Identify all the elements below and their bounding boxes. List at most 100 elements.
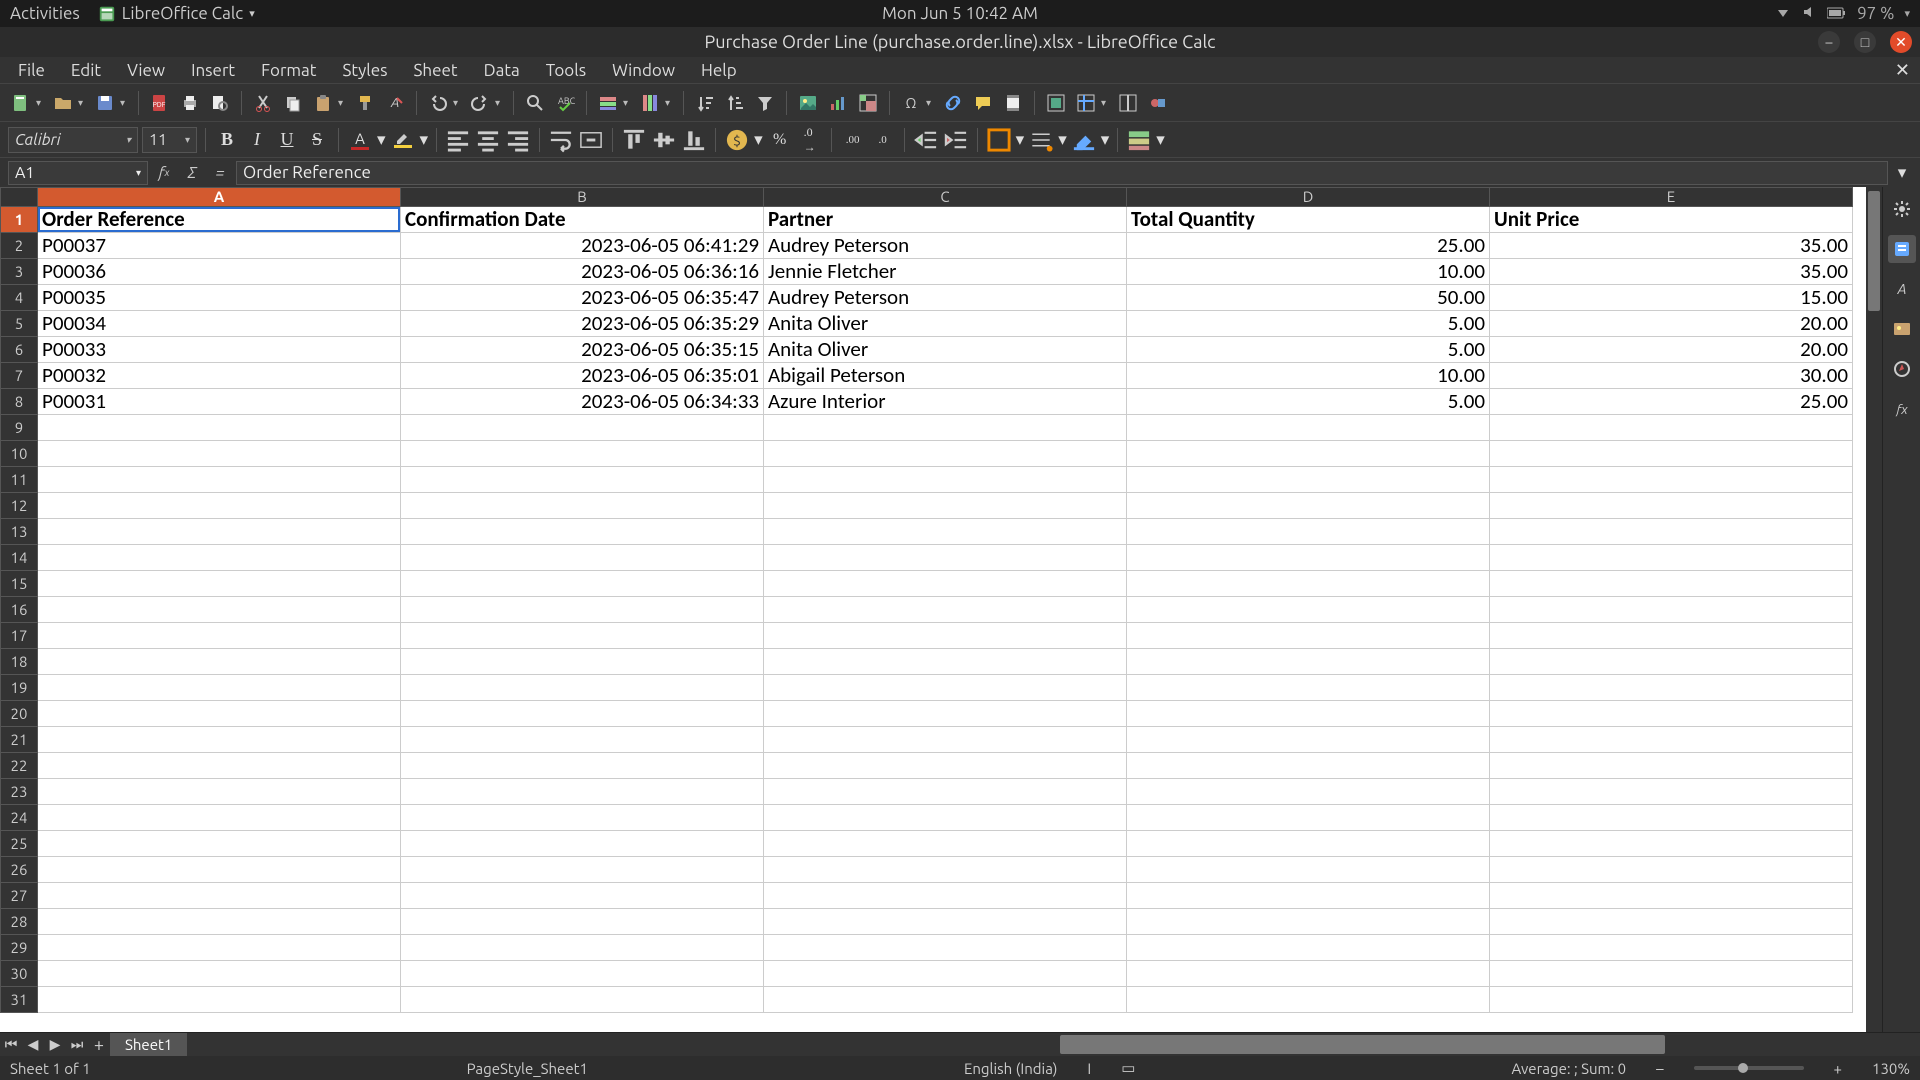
cell[interactable]	[1127, 415, 1490, 441]
row-header[interactable]: 31	[0, 987, 38, 1013]
cell[interactable]: P00033	[38, 337, 401, 363]
status-insert-mode[interactable]: I	[1087, 1060, 1091, 1077]
close-button[interactable]: ✕	[1890, 31, 1912, 53]
cell[interactable]	[764, 779, 1127, 805]
cell[interactable]	[1127, 441, 1490, 467]
highlight-button[interactable]	[390, 127, 416, 153]
cell[interactable]	[401, 701, 764, 727]
menu-file[interactable]: File	[8, 59, 55, 82]
align-left-button[interactable]	[445, 127, 471, 153]
cell[interactable]	[38, 493, 401, 519]
cell[interactable]	[401, 883, 764, 909]
increase-indent-button[interactable]	[913, 127, 939, 153]
cell[interactable]: 2023-06-05 06:35:29	[401, 311, 764, 337]
row-header[interactable]: 6	[0, 337, 38, 363]
menu-tools[interactable]: Tools	[536, 59, 596, 82]
column-header[interactable]: A	[38, 187, 401, 207]
column-header[interactable]: C	[764, 187, 1127, 207]
cell[interactable]	[1490, 623, 1853, 649]
cell[interactable]	[38, 545, 401, 571]
cell[interactable]	[1127, 545, 1490, 571]
cells-area[interactable]: Order ReferenceConfirmation DatePartnerT…	[38, 207, 1853, 1013]
border-style-button[interactable]	[1028, 127, 1054, 153]
formula-expand-button[interactable]: ▾	[1892, 163, 1912, 183]
cell[interactable]	[764, 597, 1127, 623]
column-button[interactable]	[637, 90, 663, 116]
cell[interactable]	[38, 701, 401, 727]
cell[interactable]	[401, 831, 764, 857]
volume-icon[interactable]	[1801, 4, 1817, 24]
cell[interactable]: 5.00	[1127, 389, 1490, 415]
cell[interactable]: P00036	[38, 259, 401, 285]
row-header[interactable]: 26	[0, 857, 38, 883]
paste-button[interactable]	[310, 90, 336, 116]
cell[interactable]	[38, 649, 401, 675]
cell[interactable]	[38, 831, 401, 857]
align-top-button[interactable]	[621, 127, 647, 153]
menu-insert[interactable]: Insert	[181, 59, 245, 82]
cell[interactable]	[1127, 857, 1490, 883]
cell[interactable]	[38, 805, 401, 831]
autofilter-button[interactable]	[752, 90, 778, 116]
row-header[interactable]: 14	[0, 545, 38, 571]
sidebar-properties-button[interactable]	[1888, 235, 1916, 263]
row-header[interactable]: 4	[0, 285, 38, 311]
sidebar-navigator-button[interactable]	[1888, 355, 1916, 383]
print-button[interactable]	[177, 90, 203, 116]
status-summary[interactable]: Average: ; Sum: 0	[1511, 1060, 1626, 1077]
save-dropdown[interactable]: ▾	[120, 97, 130, 109]
cell[interactable]	[1127, 519, 1490, 545]
row-headers[interactable]: 1234567891011121314151617181920212223242…	[0, 207, 38, 1013]
menu-window[interactable]: Window	[602, 59, 685, 82]
sheet-first-button[interactable]: ⏮	[0, 1036, 22, 1053]
row-dropdown[interactable]: ▾	[623, 97, 633, 109]
cell[interactable]	[38, 779, 401, 805]
cell[interactable]	[1490, 753, 1853, 779]
sheet-last-button[interactable]: ⏭	[66, 1036, 88, 1053]
minimize-button[interactable]: –	[1818, 31, 1840, 53]
cell[interactable]	[1127, 701, 1490, 727]
cell[interactable]	[1127, 961, 1490, 987]
spellcheck-button[interactable]: ABC	[552, 90, 578, 116]
column-header[interactable]: D	[1127, 187, 1490, 207]
cell[interactable]	[401, 935, 764, 961]
column-dropdown[interactable]: ▾	[665, 97, 675, 109]
menu-view[interactable]: View	[117, 59, 175, 82]
cell[interactable]	[401, 909, 764, 935]
cell[interactable]	[764, 493, 1127, 519]
cell[interactable]	[1127, 935, 1490, 961]
cell[interactable]: Audrey Peterson	[764, 285, 1127, 311]
cell[interactable]: 20.00	[1490, 311, 1853, 337]
cell[interactable]	[38, 597, 401, 623]
row-header[interactable]: 19	[0, 675, 38, 701]
cell[interactable]: 25.00	[1127, 233, 1490, 259]
row-header[interactable]: 23	[0, 779, 38, 805]
cell[interactable]: 5.00	[1127, 311, 1490, 337]
cell[interactable]: P00034	[38, 311, 401, 337]
cell[interactable]	[764, 831, 1127, 857]
cell[interactable]	[1127, 831, 1490, 857]
cell[interactable]	[38, 675, 401, 701]
cell[interactable]	[401, 493, 764, 519]
cell[interactable]	[1127, 779, 1490, 805]
background-color-dropdown[interactable]: ▾	[1101, 130, 1110, 150]
cell[interactable]: 50.00	[1127, 285, 1490, 311]
cell[interactable]	[1490, 909, 1853, 935]
cell[interactable]: 2023-06-05 06:35:15	[401, 337, 764, 363]
cell[interactable]: P00037	[38, 233, 401, 259]
cell[interactable]: P00032	[38, 363, 401, 389]
formula-equals-button[interactable]: =	[208, 161, 232, 185]
row-header[interactable]: 8	[0, 389, 38, 415]
open-button[interactable]	[50, 90, 76, 116]
sort-desc-button[interactable]	[722, 90, 748, 116]
remove-decimal-button[interactable]: .0	[870, 127, 896, 153]
row-header[interactable]: 9	[0, 415, 38, 441]
cell[interactable]: Azure Interior	[764, 389, 1127, 415]
save-button[interactable]	[92, 90, 118, 116]
cell[interactable]	[1490, 441, 1853, 467]
paste-dropdown[interactable]: ▾	[338, 97, 348, 109]
cell[interactable]	[38, 441, 401, 467]
cell[interactable]	[1127, 493, 1490, 519]
font-size-combo[interactable]: 11▾	[142, 127, 197, 153]
row-header[interactable]: 7	[0, 363, 38, 389]
